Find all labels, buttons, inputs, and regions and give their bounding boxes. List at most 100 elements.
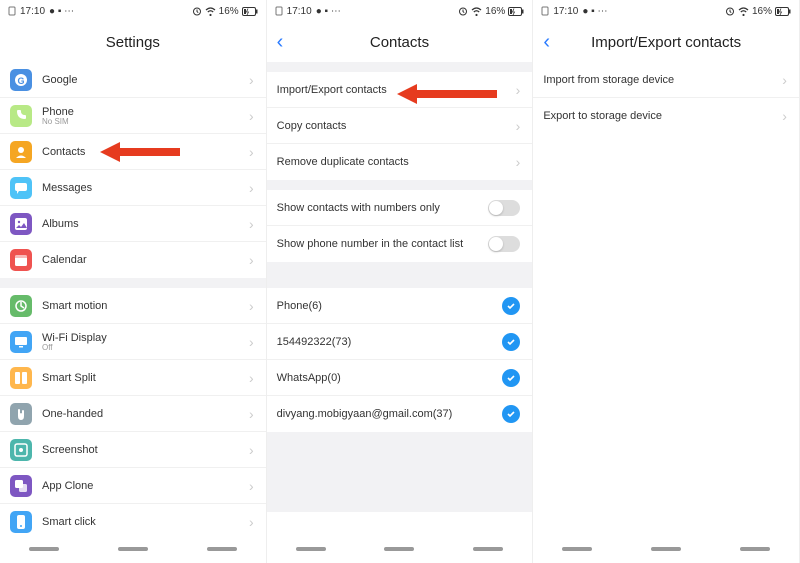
group-separator bbox=[267, 432, 533, 512]
nav-home[interactable] bbox=[384, 547, 414, 551]
item-subtitle: No SIM bbox=[42, 117, 249, 126]
albums-icon bbox=[10, 213, 32, 235]
settings-item-app-clone[interactable]: App Clone› bbox=[0, 468, 266, 504]
account-item[interactable]: 154492322(73) bbox=[267, 324, 533, 360]
alarm-icon bbox=[192, 6, 202, 16]
contacts-toggle[interactable]: Show contacts with numbers only bbox=[267, 190, 533, 226]
item-label: Albums bbox=[42, 218, 249, 230]
nav-recent[interactable] bbox=[562, 547, 592, 551]
settings-item-screenshot[interactable]: Screenshot› bbox=[0, 432, 266, 468]
item-label: Show phone number in the contact list bbox=[277, 238, 489, 250]
phone-icon bbox=[10, 105, 32, 127]
settings-item-smart-click[interactable]: Smart click› bbox=[0, 504, 266, 535]
settings-item-phone[interactable]: PhoneNo SIM› bbox=[0, 98, 266, 134]
settings-item-motion[interactable]: Smart motion› bbox=[0, 288, 266, 324]
settings-item-split[interactable]: Smart Split› bbox=[0, 360, 266, 396]
wifi-icon bbox=[738, 7, 749, 16]
group-separator bbox=[0, 278, 266, 288]
chevron-right-icon: › bbox=[516, 118, 521, 134]
nav-recent[interactable] bbox=[29, 547, 59, 551]
page-title: Import/Export contacts bbox=[591, 34, 741, 51]
header: ‹ Import/Export contacts bbox=[533, 22, 799, 62]
contacts-action[interactable]: Copy contacts› bbox=[267, 108, 533, 144]
item-label: Contacts bbox=[42, 146, 249, 158]
nav-back[interactable] bbox=[207, 547, 237, 551]
checkmark-icon[interactable] bbox=[502, 333, 520, 351]
account-item[interactable]: WhatsApp(0) bbox=[267, 360, 533, 396]
chevron-right-icon: › bbox=[249, 108, 254, 124]
settings-item-albums[interactable]: Albums› bbox=[0, 206, 266, 242]
contacts-panel: 17:10 ● ▪ ⋯ 16% ‹ Contacts Import/Export… bbox=[267, 0, 534, 563]
toggle-switch[interactable] bbox=[488, 200, 520, 216]
nav-bar bbox=[267, 535, 533, 563]
item-label: Phone(6) bbox=[277, 300, 503, 312]
checkmark-icon[interactable] bbox=[502, 369, 520, 387]
settings-item-google[interactable]: GGoogle› bbox=[0, 62, 266, 98]
chevron-right-icon: › bbox=[249, 144, 254, 160]
nav-back[interactable] bbox=[473, 547, 503, 551]
settings-item-one-handed[interactable]: One-handed› bbox=[0, 396, 266, 432]
item-label: Export to storage device bbox=[543, 110, 782, 122]
nav-home[interactable] bbox=[118, 547, 148, 551]
account-item[interactable]: divyang.mobigyaan@gmail.com(37) bbox=[267, 396, 533, 432]
chevron-right-icon: › bbox=[249, 252, 254, 268]
settings-item-calendar[interactable]: Calendar› bbox=[0, 242, 266, 278]
import-export-action[interactable]: Export to storage device› bbox=[533, 98, 799, 134]
item-label: Import/Export contacts bbox=[277, 84, 516, 96]
sim-icon bbox=[8, 6, 16, 16]
chevron-right-icon: › bbox=[516, 82, 521, 98]
group-separator bbox=[267, 62, 533, 72]
nav-home[interactable] bbox=[651, 547, 681, 551]
page-title: Settings bbox=[106, 34, 160, 51]
import-export-panel: 17:10 ● ▪ ⋯ 16% ‹ Import/Export contacts… bbox=[533, 0, 800, 563]
contacts-action[interactable]: Remove duplicate contacts› bbox=[267, 144, 533, 180]
settings-item-wifi-display[interactable]: Wi-Fi DisplayOff› bbox=[0, 324, 266, 360]
settings-item-contacts[interactable]: Contacts› bbox=[0, 134, 266, 170]
item-label: Smart motion bbox=[42, 300, 249, 312]
import-export-action[interactable]: Import from storage device› bbox=[533, 62, 799, 98]
sim-icon bbox=[275, 6, 283, 16]
calendar-icon bbox=[10, 249, 32, 271]
item-label: Copy contacts bbox=[277, 120, 516, 132]
item-label: Calendar bbox=[42, 254, 249, 266]
chevron-right-icon: › bbox=[249, 514, 254, 530]
battery-percent: 16% bbox=[219, 6, 239, 17]
nav-bar bbox=[533, 535, 799, 563]
contacts-icon bbox=[10, 141, 32, 163]
chevron-right-icon: › bbox=[249, 180, 254, 196]
chevron-right-icon: › bbox=[249, 406, 254, 422]
settings-item-messages[interactable]: Messages› bbox=[0, 170, 266, 206]
nav-bar bbox=[0, 535, 266, 563]
chevron-right-icon: › bbox=[516, 154, 521, 170]
chevron-right-icon: › bbox=[782, 108, 787, 124]
checkmark-icon[interactable] bbox=[502, 297, 520, 315]
account-item[interactable]: Phone(6) bbox=[267, 288, 533, 324]
header: Settings bbox=[0, 22, 266, 62]
nav-back[interactable] bbox=[740, 547, 770, 551]
item-label: Messages bbox=[42, 182, 249, 194]
contacts-toggle[interactable]: Show phone number in the contact list bbox=[267, 226, 533, 262]
battery-icon bbox=[242, 7, 258, 16]
status-bar: 17:10 ● ▪ ⋯ 16% bbox=[533, 0, 799, 22]
status-time: 17:10 bbox=[287, 6, 312, 17]
alarm-icon bbox=[458, 6, 468, 16]
wifi-display-icon bbox=[10, 331, 32, 353]
item-label: 154492322(73) bbox=[277, 336, 503, 348]
nav-recent[interactable] bbox=[296, 547, 326, 551]
google-icon: G bbox=[10, 69, 32, 91]
toggle-switch[interactable] bbox=[488, 236, 520, 252]
back-button[interactable]: ‹ bbox=[543, 31, 550, 54]
status-bar: 17:10 ● ▪ ⋯ 16% bbox=[267, 0, 533, 22]
status-dots: ● ▪ ⋯ bbox=[49, 6, 74, 17]
contacts-action[interactable]: Import/Export contacts› bbox=[267, 72, 533, 108]
checkmark-icon[interactable] bbox=[502, 405, 520, 423]
wifi-icon bbox=[205, 7, 216, 16]
smart-click-icon bbox=[10, 511, 32, 533]
status-dots: ● ▪ ⋯ bbox=[316, 6, 341, 17]
split-icon bbox=[10, 367, 32, 389]
group-separator bbox=[267, 262, 533, 288]
status-time: 17:10 bbox=[553, 6, 578, 17]
back-button[interactable]: ‹ bbox=[277, 31, 284, 54]
item-label: One-handed bbox=[42, 408, 249, 420]
chevron-right-icon: › bbox=[249, 334, 254, 350]
